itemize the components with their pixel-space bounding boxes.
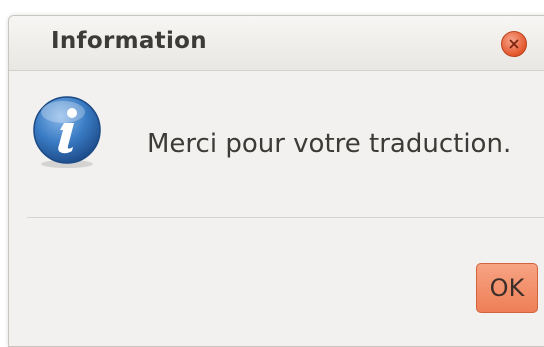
close-icon [509,39,519,49]
dialog-title: Information [51,28,207,54]
dialog-titlebar[interactable]: Information [9,16,544,71]
close-button[interactable] [501,31,527,57]
information-dialog: Information Merci pour votre traduction.… [8,15,544,347]
info-icon [33,96,101,168]
ok-button[interactable]: OK [476,263,538,313]
separator [27,217,544,218]
dialog-message: Merci pour votre traduction. [147,129,512,159]
